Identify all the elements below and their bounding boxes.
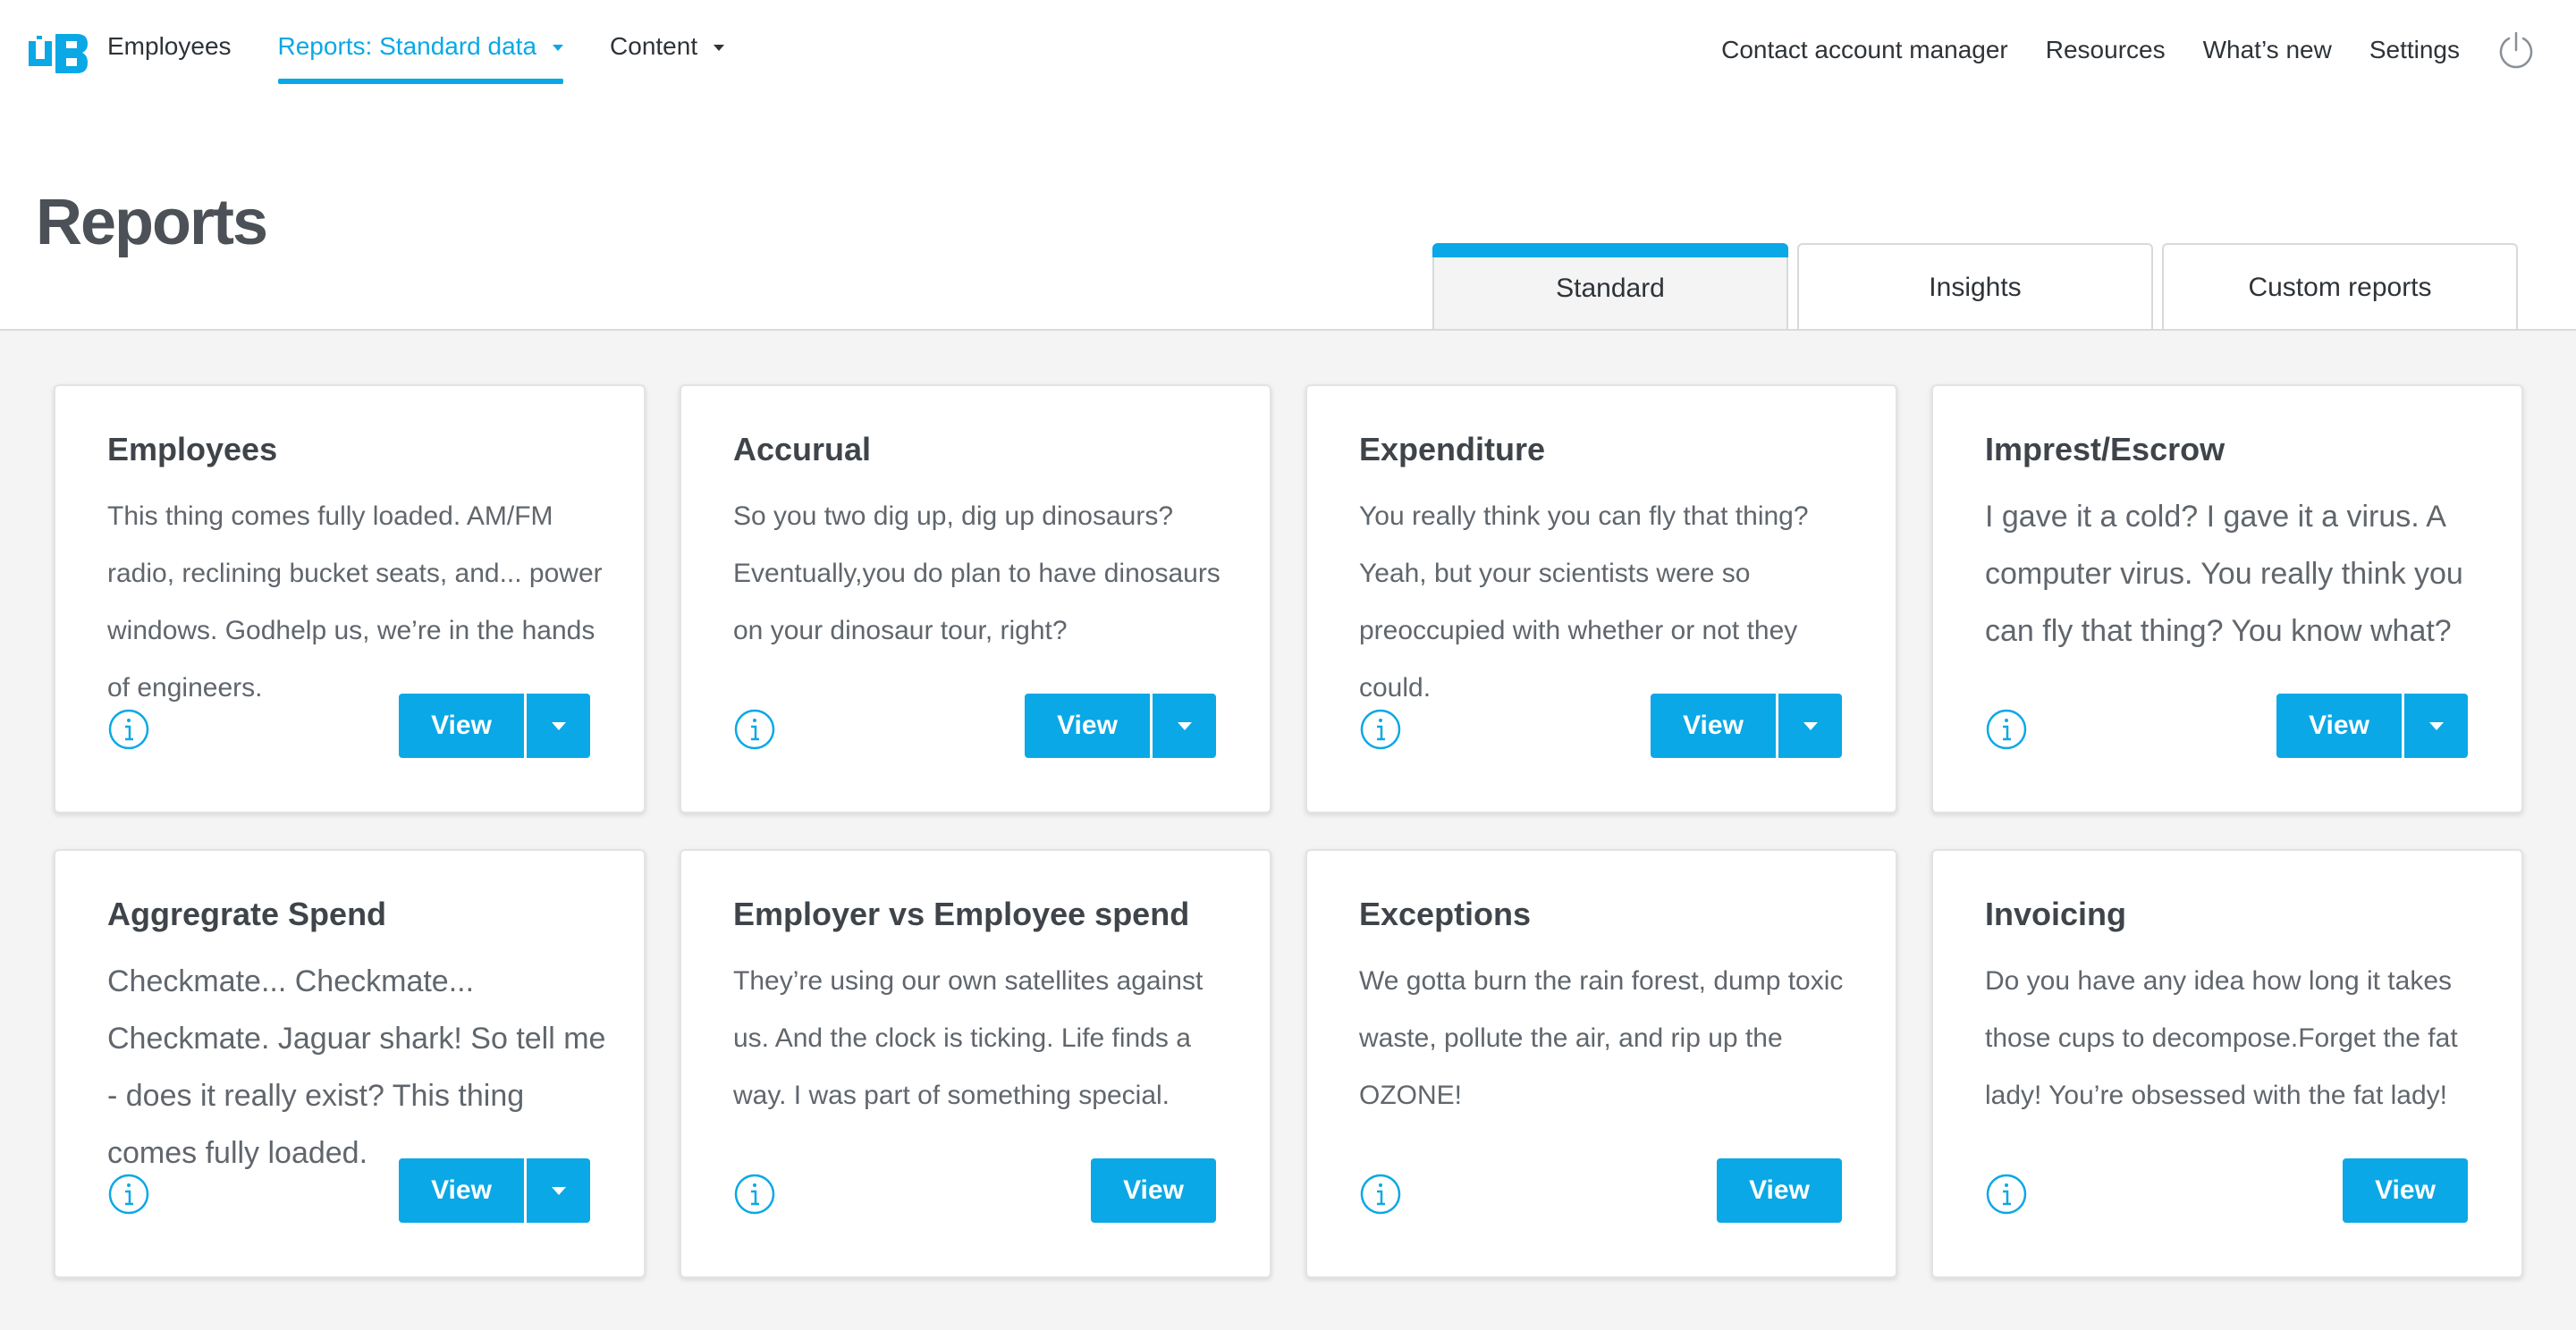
info-icon[interactable] — [1359, 708, 1402, 751]
card-title: Employees — [107, 431, 278, 467]
chevron-down-icon — [714, 45, 725, 51]
report-card-exceptions: Exceptions We gotta burn the rain forest… — [1305, 849, 1897, 1278]
view-options-dropdown[interactable] — [1150, 694, 1216, 758]
view-button[interactable]: View — [1025, 694, 1150, 758]
nav-whats-new-label: What’s new — [2202, 36, 2332, 63]
view-button[interactable]: View — [1651, 694, 1776, 758]
report-tabs: Standard Insights Custom reports — [1432, 243, 2518, 332]
nav-settings[interactable]: Settings — [2369, 36, 2460, 64]
card-title: Aggregrate Spend — [107, 896, 387, 932]
info-icon[interactable] — [107, 708, 150, 751]
primary-nav: Employees Reports: Standard data Content — [107, 32, 725, 84]
view-button[interactable]: View — [2276, 694, 2402, 758]
power-icon[interactable] — [2496, 30, 2537, 72]
report-card-aggregrate-spend: Aggregrate Spend Checkmate... Checkmate.… — [54, 849, 646, 1278]
info-icon[interactable] — [733, 708, 776, 751]
view-button-group: View — [2276, 694, 2468, 758]
info-icon[interactable] — [1359, 1173, 1402, 1216]
chevron-down-icon — [553, 45, 564, 51]
info-icon[interactable] — [107, 1173, 150, 1216]
nav-reports-label: Reports: Standard data — [277, 32, 537, 60]
chevron-down-icon — [1177, 721, 1192, 730]
view-button[interactable]: View — [1717, 1158, 1842, 1223]
chevron-down-icon — [1803, 721, 1818, 730]
view-options-dropdown[interactable] — [2402, 694, 2468, 758]
view-options-dropdown[interactable] — [1776, 694, 1842, 758]
brand-logo[interactable] — [29, 34, 88, 73]
info-icon[interactable] — [1985, 1173, 2028, 1216]
view-options-dropdown[interactable] — [524, 694, 590, 758]
card-description: They’re using our own satellites against… — [733, 966, 1204, 1110]
card-description: You really think you can fly that thing?… — [1359, 501, 1809, 703]
view-button-group: View — [399, 694, 590, 758]
report-card-expenditure: Expenditure You really think you can fly… — [1305, 384, 1897, 813]
card-description: I gave it a cold? I gave it a virus. A c… — [1985, 500, 2463, 648]
report-card-accurual: Accurual So you two dig up, dig up dinos… — [680, 384, 1271, 813]
top-navigation: Employees Reports: Standard data Content… — [0, 0, 2576, 98]
info-icon[interactable] — [1985, 708, 2028, 751]
view-button-group: View — [399, 1158, 590, 1223]
nav-employees[interactable]: Employees — [107, 32, 232, 84]
page-title: Reports — [36, 187, 268, 258]
nav-contact-label: Contact account manager — [1721, 36, 2008, 63]
view-button-group: View — [1717, 1158, 1842, 1223]
view-options-dropdown[interactable] — [524, 1158, 590, 1223]
report-card-imprest-escrow: Imprest/Escrow I gave it a cold? I gave … — [1931, 384, 2523, 813]
view-button[interactable]: View — [399, 1158, 524, 1223]
nav-contact-account-manager[interactable]: Contact account manager — [1721, 36, 2008, 64]
view-button[interactable]: View — [2343, 1158, 2468, 1223]
nav-content[interactable]: Content — [610, 32, 725, 84]
chevron-down-icon — [2428, 721, 2444, 730]
card-title: Exceptions — [1359, 896, 1532, 932]
view-button-group: View — [1651, 694, 1842, 758]
chevron-down-icon — [551, 1186, 566, 1195]
card-description: Do you have any idea how long it takes t… — [1985, 966, 2458, 1110]
card-description: This thing comes fully loaded. AM/FM rad… — [107, 501, 603, 703]
view-button-group: View — [1025, 694, 1216, 758]
nav-content-label: Content — [610, 32, 698, 60]
card-title: Accurual — [733, 431, 872, 467]
nav-resources-label: Resources — [2045, 36, 2166, 63]
secondary-nav: Contact account manager Resources What’s… — [1721, 36, 2460, 64]
card-title: Expenditure — [1359, 431, 1546, 467]
view-button[interactable]: View — [399, 694, 524, 758]
report-card-invoicing: Invoicing Do you have any idea how long … — [1931, 849, 2523, 1278]
tab-custom-reports[interactable]: Custom reports — [2162, 243, 2518, 331]
card-title: Invoicing — [1985, 896, 2127, 932]
report-card-employees: Employees This thing comes fully loaded.… — [54, 384, 646, 813]
view-button-group: View — [2343, 1158, 2468, 1223]
card-description: Checkmate... Checkmate... Checkmate. Jag… — [107, 964, 606, 1170]
nav-reports[interactable]: Reports: Standard data — [277, 32, 564, 84]
report-card-grid: Employees This thing comes fully loaded.… — [54, 384, 2523, 1278]
nav-settings-label: Settings — [2369, 36, 2460, 63]
card-description: So you two dig up, dig up dinosaurs? Eve… — [733, 501, 1220, 645]
card-title: Imprest/Escrow — [1985, 431, 2225, 467]
nav-resources[interactable]: Resources — [2046, 36, 2166, 64]
info-icon[interactable] — [733, 1173, 776, 1216]
card-title: Employer vs Employee spend — [733, 896, 1190, 932]
chevron-down-icon — [551, 721, 566, 730]
view-button-group: View — [1091, 1158, 1216, 1223]
reports-panel: Employees This thing comes fully loaded.… — [0, 329, 2576, 1330]
tab-insights[interactable]: Insights — [1797, 243, 2153, 331]
report-card-employer-vs-employee-spend: Employer vs Employee spend They’re using… — [680, 849, 1271, 1278]
tab-standard[interactable]: Standard — [1432, 243, 1788, 332]
nav-whats-new[interactable]: What’s new — [2203, 36, 2332, 64]
view-button[interactable]: View — [1091, 1158, 1216, 1223]
card-description: We gotta burn the rain forest, dump toxi… — [1359, 966, 1844, 1110]
nav-employees-label: Employees — [107, 32, 232, 60]
